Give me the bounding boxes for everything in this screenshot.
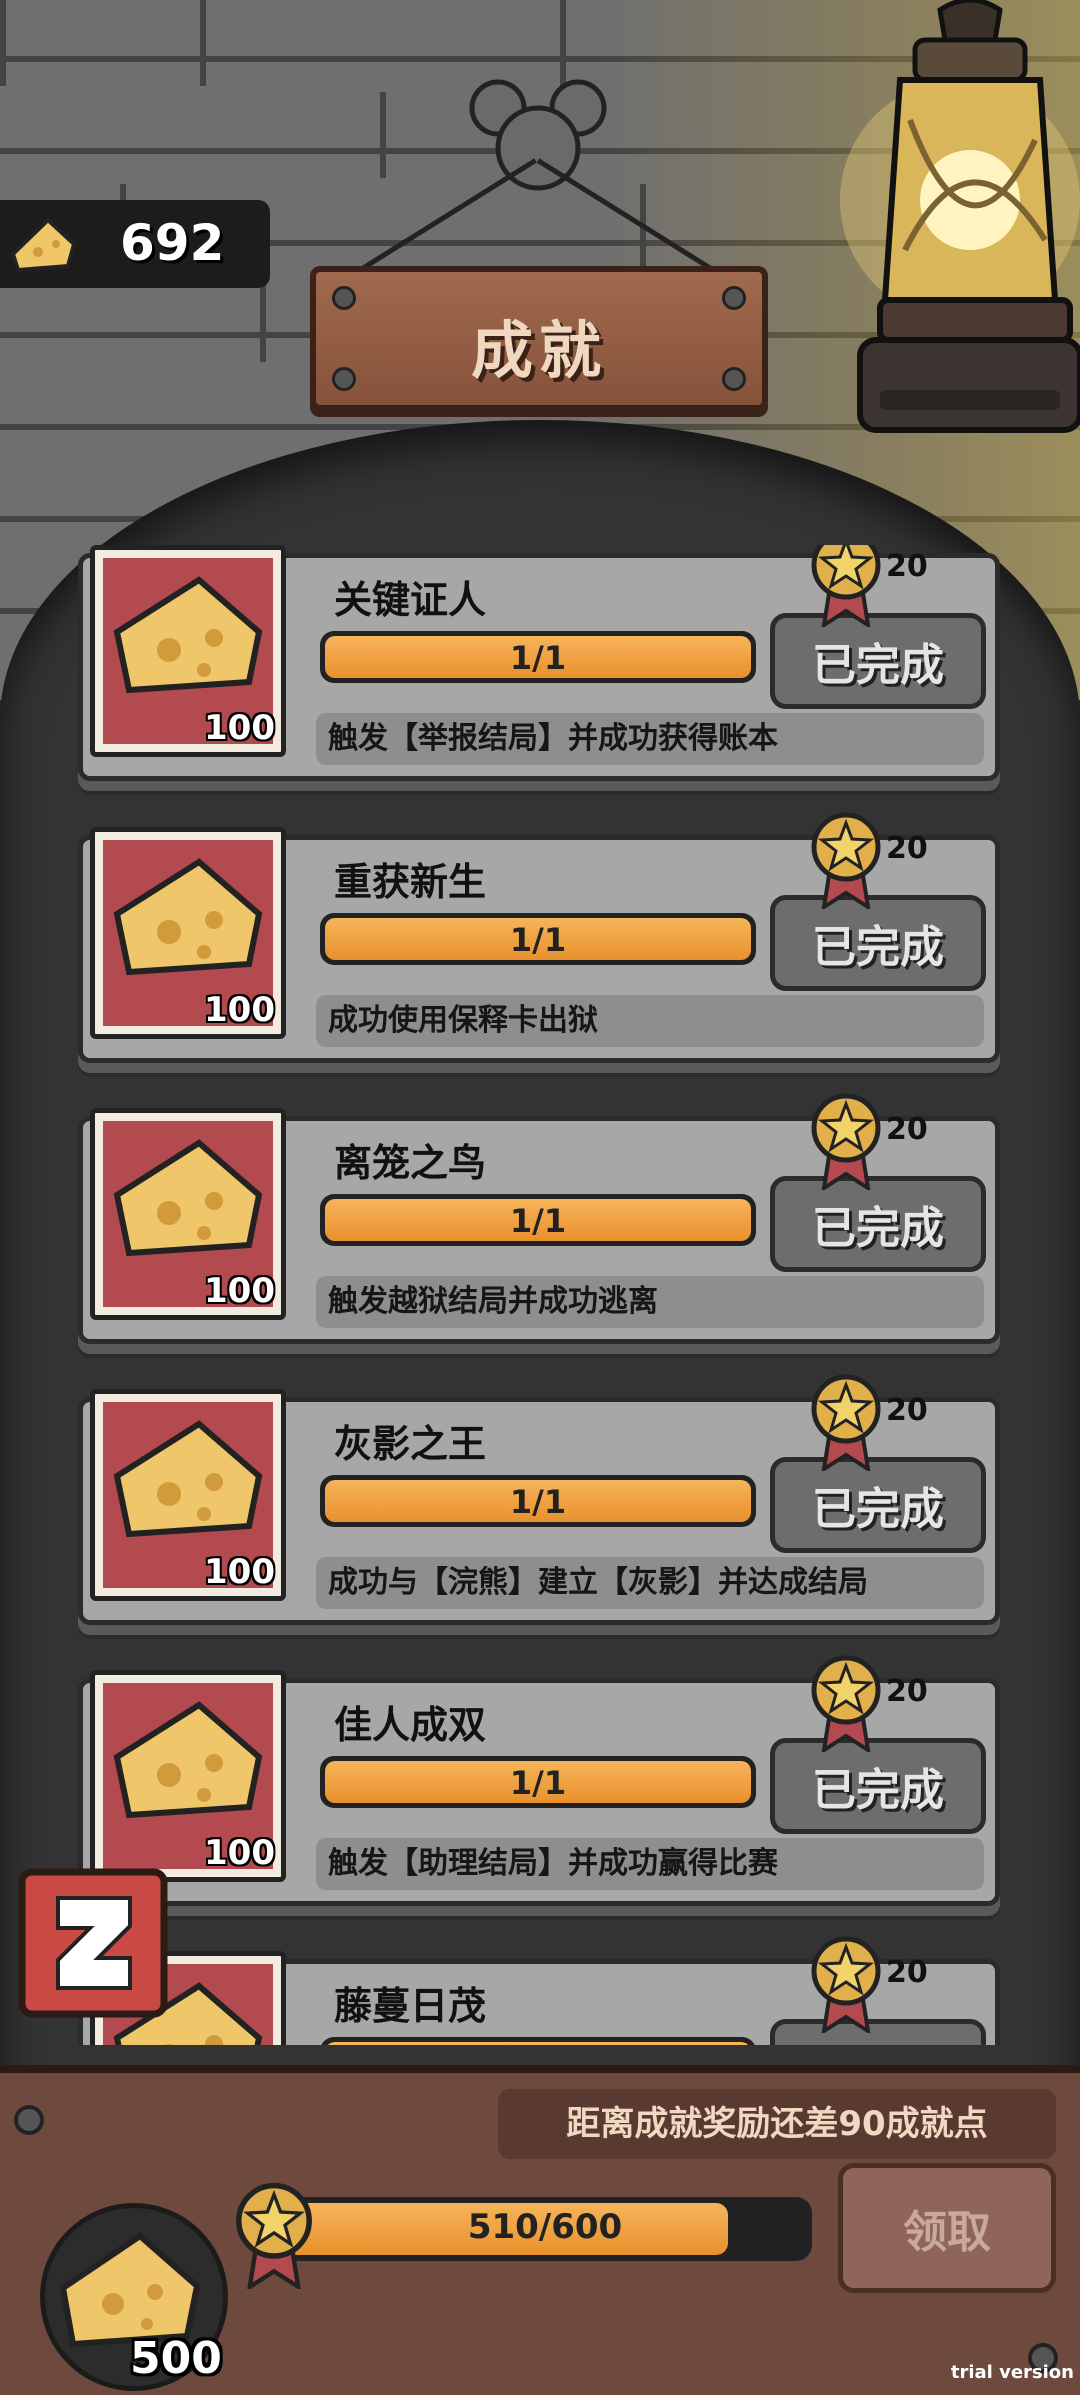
back-button[interactable] <box>18 1868 168 2018</box>
footer-reward-panel: 距离成就奖励还差90成就点 500 510/600 领取 <box>0 2065 1080 2395</box>
star-badge-icon <box>811 1374 881 1471</box>
cheese-icon <box>113 1701 263 1819</box>
reward-thumbnail: 100 <box>90 827 286 1039</box>
progress-text: 1/1 <box>509 639 567 677</box>
achievement-title: 灰影之王 <box>334 1422 487 1466</box>
progress-text: 1/1 <box>509 1202 567 1240</box>
achievement-description: 触发【助理结局】并成功赢得比赛 <box>316 1838 984 1890</box>
cheese-icon <box>10 217 77 273</box>
progress-bar: 1/1 <box>320 1756 756 1808</box>
star-badge-icon <box>811 1936 881 2033</box>
brick-line <box>380 92 386 178</box>
star-badge-icon <box>811 812 881 909</box>
achievement-card: 100 关键证人 1/1 已完成 触发【举报结局】并成功获得账本 20 <box>74 545 1004 785</box>
achievement-card: 藤蔓日茂 20 <box>74 1936 1004 2045</box>
progress-text: 1/1 <box>509 1483 567 1521</box>
achievement-description: 成功与【浣熊】建立【灰影】并达成结局 <box>316 1557 984 1609</box>
achievement-title: 重获新生 <box>334 860 487 904</box>
reward-amount: 100 <box>204 1271 275 1311</box>
completed-button[interactable]: 已完成 <box>770 1176 986 1272</box>
achievement-description: 触发越狱结局并成功逃离 <box>316 1276 984 1328</box>
reward-thumbnail: 100 <box>90 1389 286 1601</box>
achievement-card: 100 离笼之鸟 1/1 已完成 触发越狱结局并成功逃离 20 <box>74 1093 1004 1348</box>
cheese-currency-counter: 692 <box>0 200 270 288</box>
achievement-title: 离笼之鸟 <box>334 1141 487 1185</box>
reward-thumbnail: 100 <box>90 545 286 757</box>
achievement-title: 关键证人 <box>334 578 487 622</box>
progress-bar: 1/1 <box>320 631 756 683</box>
cheese-icon <box>113 1420 263 1538</box>
achievement-progress-bar: 510/600 <box>278 2197 812 2261</box>
progress-bar: 1/1 <box>320 913 756 965</box>
achievement-card: 100 佳人成双 1/1 已完成 触发【助理结局】并成功赢得比赛 20 <box>74 1655 1004 1910</box>
star-badge-icon <box>811 1093 881 1190</box>
progress-fill <box>325 2042 751 2045</box>
cheese-icon <box>113 576 263 694</box>
brick-line <box>0 0 6 86</box>
reward-amount: 100 <box>204 708 275 748</box>
watermark: trial version <box>950 2362 1074 2383</box>
achievement-title: 藤蔓日茂 <box>334 1984 487 2028</box>
achievement-points: 20 <box>886 1393 928 1428</box>
star-badge-icon <box>811 1655 881 1752</box>
achievement-card: 100 灰影之王 1/1 已完成 成功与【浣熊】建立【灰影】并达成结局 20 <box>74 1374 1004 1629</box>
reward-thumbnail: 100 <box>90 1108 286 1320</box>
screw <box>14 2105 44 2135</box>
reward-amount: 100 <box>204 1552 275 1592</box>
achievement-list[interactable]: 100 关键证人 1/1 已完成 触发【举报结局】并成功获得账本 20 100 … <box>74 545 1004 2045</box>
mouse-hook-icon <box>469 79 607 191</box>
brick-line <box>200 0 206 86</box>
completed-button[interactable]: 已完成 <box>770 1738 986 1834</box>
star-badge-icon <box>811 545 881 627</box>
brick-line <box>560 0 566 86</box>
currency-value: 692 <box>120 214 225 272</box>
lantern-icon <box>840 0 1080 433</box>
star-badge-icon <box>236 2182 312 2289</box>
reward-hint: 距离成就奖励还差90成就点 <box>498 2089 1056 2159</box>
achievement-description: 成功使用保释卡出狱 <box>316 995 984 1047</box>
achievement-points: 20 <box>886 549 928 584</box>
achievement-points: 20 <box>886 831 928 866</box>
achievement-title: 佳人成双 <box>334 1703 487 1747</box>
progress-text: 1/1 <box>509 1764 567 1802</box>
reward-amount: 500 <box>130 2333 222 2384</box>
progress-text: 510/600 <box>467 2207 623 2247</box>
achievement-card: 100 重获新生 1/1 已完成 成功使用保释卡出狱 20 <box>74 812 1004 1067</box>
reward-thumbnail: 100 <box>90 1670 286 1882</box>
cheese-icon <box>113 858 263 976</box>
progress-bar <box>320 2037 756 2045</box>
progress-bar: 1/1 <box>320 1475 756 1527</box>
achievement-points: 20 <box>886 1955 928 1990</box>
completed-button[interactable]: 已完成 <box>770 613 986 709</box>
progress-bar: 1/1 <box>320 1194 756 1246</box>
achievement-points: 20 <box>886 1112 928 1147</box>
reward-amount: 100 <box>204 990 275 1030</box>
reward-amount: 100 <box>204 1833 275 1873</box>
claim-button[interactable]: 领取 <box>838 2163 1056 2293</box>
completed-button[interactable]: 已完成 <box>770 895 986 991</box>
achievement-points: 20 <box>886 1674 928 1709</box>
page-title: 成就 <box>470 314 607 387</box>
title-sign: 成就 <box>310 266 768 411</box>
achievement-description: 触发【举报结局】并成功获得账本 <box>316 713 984 765</box>
progress-text: 1/1 <box>509 921 567 959</box>
cheese-icon <box>113 1139 263 1257</box>
completed-button[interactable]: 已完成 <box>770 1457 986 1553</box>
brick-line <box>260 276 266 362</box>
